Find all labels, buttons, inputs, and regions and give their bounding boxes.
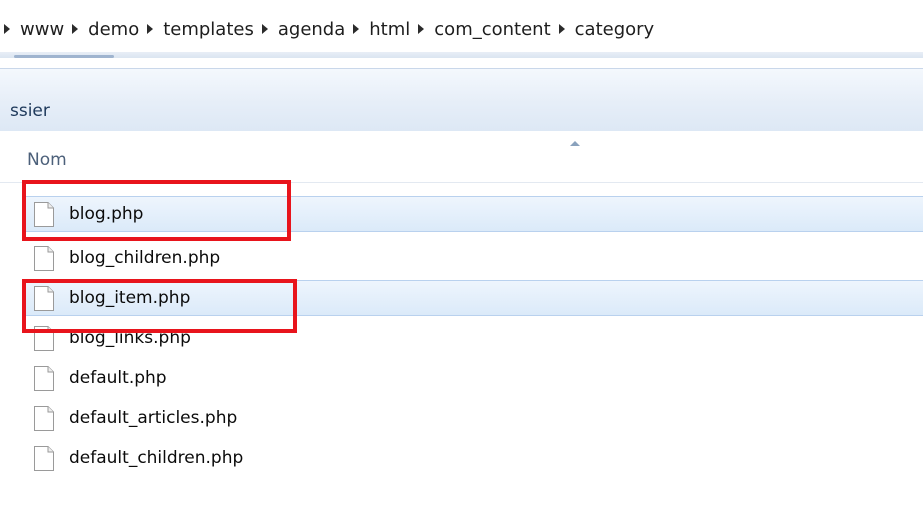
file-name: default.php <box>69 368 167 388</box>
highlight-box-blog-item <box>22 279 297 333</box>
breadcrumb-item-demo[interactable]: demo <box>88 19 139 40</box>
highlight-box-blog <box>22 180 291 241</box>
file-row[interactable]: blog_children.php <box>22 240 923 276</box>
document-icon <box>33 445 55 472</box>
breadcrumb-separator-icon[interactable] <box>4 24 10 34</box>
file-row[interactable]: default_articles.php <box>22 400 923 436</box>
breadcrumb-separator-icon[interactable] <box>72 24 79 34</box>
document-icon <box>33 365 55 392</box>
breadcrumb-separator-icon[interactable] <box>353 24 360 34</box>
explorer-window: www demo templates agenda html com_conte… <box>0 0 923 522</box>
document-icon <box>33 245 55 272</box>
sort-ascending-icon <box>570 141 580 146</box>
command-toolbar: ssier <box>0 68 923 132</box>
breadcrumb-item-html[interactable]: html <box>369 19 410 40</box>
breadcrumb-separator-icon[interactable] <box>147 24 154 34</box>
file-name: blog_children.php <box>69 248 221 268</box>
document-icon <box>33 405 55 432</box>
file-name: default_children.php <box>69 448 244 468</box>
address-bar-divider <box>0 52 923 58</box>
column-header: Nom <box>0 131 923 183</box>
file-row[interactable]: default.php <box>22 360 923 396</box>
breadcrumb-separator-icon[interactable] <box>261 24 268 34</box>
address-bar-progress <box>14 55 114 58</box>
breadcrumb-item-com-content[interactable]: com_content <box>434 19 550 40</box>
breadcrumb-item-agenda[interactable]: agenda <box>278 19 345 40</box>
file-row[interactable]: default_children.php <box>22 440 923 476</box>
address-bar[interactable]: www demo templates agenda html com_conte… <box>0 0 923 54</box>
breadcrumb-separator-icon[interactable] <box>558 24 565 34</box>
column-header-name[interactable]: Nom <box>27 150 67 170</box>
file-name: default_articles.php <box>69 408 238 428</box>
breadcrumb-item-category[interactable]: category <box>575 19 655 40</box>
breadcrumb-item-templates[interactable]: templates <box>163 19 254 40</box>
breadcrumb-separator-icon[interactable] <box>418 24 425 34</box>
breadcrumb: www demo templates agenda html com_conte… <box>0 14 654 44</box>
breadcrumb-item-www[interactable]: www <box>20 19 64 40</box>
toolbar-new-folder-label[interactable]: ssier <box>10 101 50 121</box>
